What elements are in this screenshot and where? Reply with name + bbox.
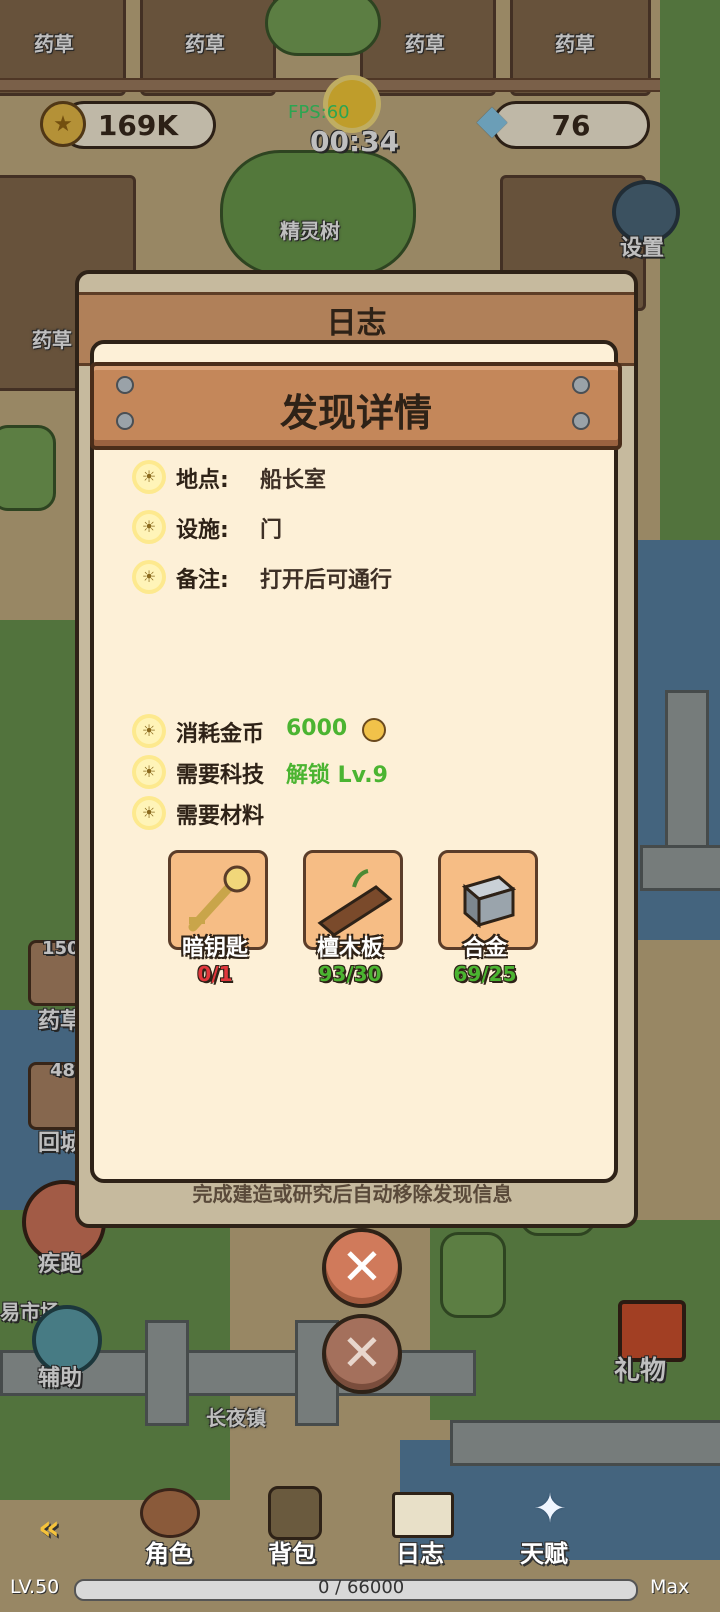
close-button-secondary[interactable]: ✕ [322,1314,402,1394]
location-label: 地点: [176,468,229,493]
location-value: 船长室 [260,468,327,493]
lightbulb-icon: ☀ [136,718,162,744]
tech-label: 需要科技 [176,763,265,788]
material-name: 合金 [462,936,507,961]
dialog-header: 发现详情 [90,362,622,450]
dialog-footnote: 完成建造或研究后自动移除发现信息 [192,1182,513,1206]
lightbulb-icon: ☀ [136,759,162,785]
material-count: 93/30 [318,962,382,986]
facility-label: 设施: [176,518,229,543]
nav-talent[interactable]: 天赋 [520,1534,568,1569]
coin-icon [362,718,386,742]
cost-value: 6000 [286,716,348,741]
nav-character[interactable]: 角色 [145,1534,193,1569]
collapse-arrow-icon[interactable]: « [38,1508,60,1548]
lightbulb-icon: ☀ [136,800,162,826]
character-avatar-icon [140,1488,200,1538]
material-name: 檀木板 [316,936,383,961]
material-count: 0/1 [197,962,233,986]
log-book-icon [392,1492,454,1538]
max-label: Max [650,1576,690,1598]
nav-log[interactable]: 日志 [396,1534,444,1569]
material-name: 暗钥匙 [181,936,248,961]
xp-progress-text: 0 / 66000 [318,1577,405,1598]
lightbulb-icon: ☀ [136,514,162,540]
facility-value: 门 [260,518,283,543]
lightbulb-icon: ☀ [136,464,162,490]
cost-label: 消耗金币 [176,722,265,747]
dialog-title: 发现详情 [279,391,432,435]
nav-backpack[interactable]: 背包 [268,1534,316,1569]
close-button[interactable]: ✕ [322,1228,402,1308]
materials-label: 需要材料 [176,804,265,829]
note-label: 备注: [176,568,229,593]
level-text: LV.50 [10,1576,60,1598]
note-value: 打开后可通行 [260,568,393,593]
material-count: 69/25 [453,962,517,986]
backpack-icon [268,1486,322,1540]
talent-wings-icon: ✦ [533,1486,567,1532]
log-panel-title: 日志 [326,306,387,341]
discovery-detail-dialog: 发现详情 ☀ 地点: 船长室 ☀ 设施: 门 ☀ 备注: 打开后可通行 ☀ 消耗… [90,340,622,1183]
lightbulb-icon: ☀ [136,564,162,590]
tech-value: 解锁 Lv.9 [286,763,388,788]
